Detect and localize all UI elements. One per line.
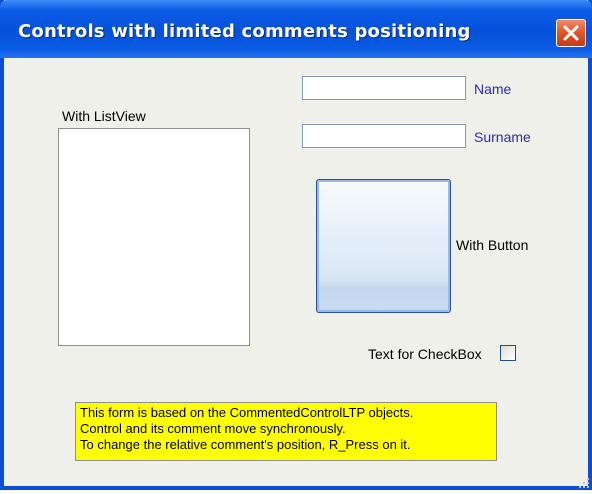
checkbox-comment[interactable]: Text for CheckBox xyxy=(368,346,482,362)
info-note: This form is based on the CommentedContr… xyxy=(75,402,497,461)
surname-input[interactable] xyxy=(302,124,466,148)
big-button[interactable] xyxy=(316,179,451,313)
info-line-1: This form is based on the CommentedContr… xyxy=(80,405,414,420)
window-title: Controls with limited comments positioni… xyxy=(18,21,471,42)
name-input[interactable] xyxy=(302,76,466,100)
checkbox[interactable] xyxy=(500,345,516,361)
close-button[interactable] xyxy=(556,19,586,47)
info-line-2: Control and its comment move synchronous… xyxy=(80,421,346,436)
close-icon xyxy=(562,24,580,42)
resize-grip[interactable] xyxy=(578,476,590,488)
title-bar[interactable]: Controls with limited comments positioni… xyxy=(0,0,592,58)
surname-comment[interactable]: Surname xyxy=(474,129,531,145)
name-comment[interactable]: Name xyxy=(474,81,511,97)
listview-comment[interactable]: With ListView xyxy=(62,108,146,124)
list-view[interactable] xyxy=(58,128,250,346)
button-comment[interactable]: With Button xyxy=(456,237,528,253)
info-line-3: To change the relative comment's positio… xyxy=(80,437,411,452)
